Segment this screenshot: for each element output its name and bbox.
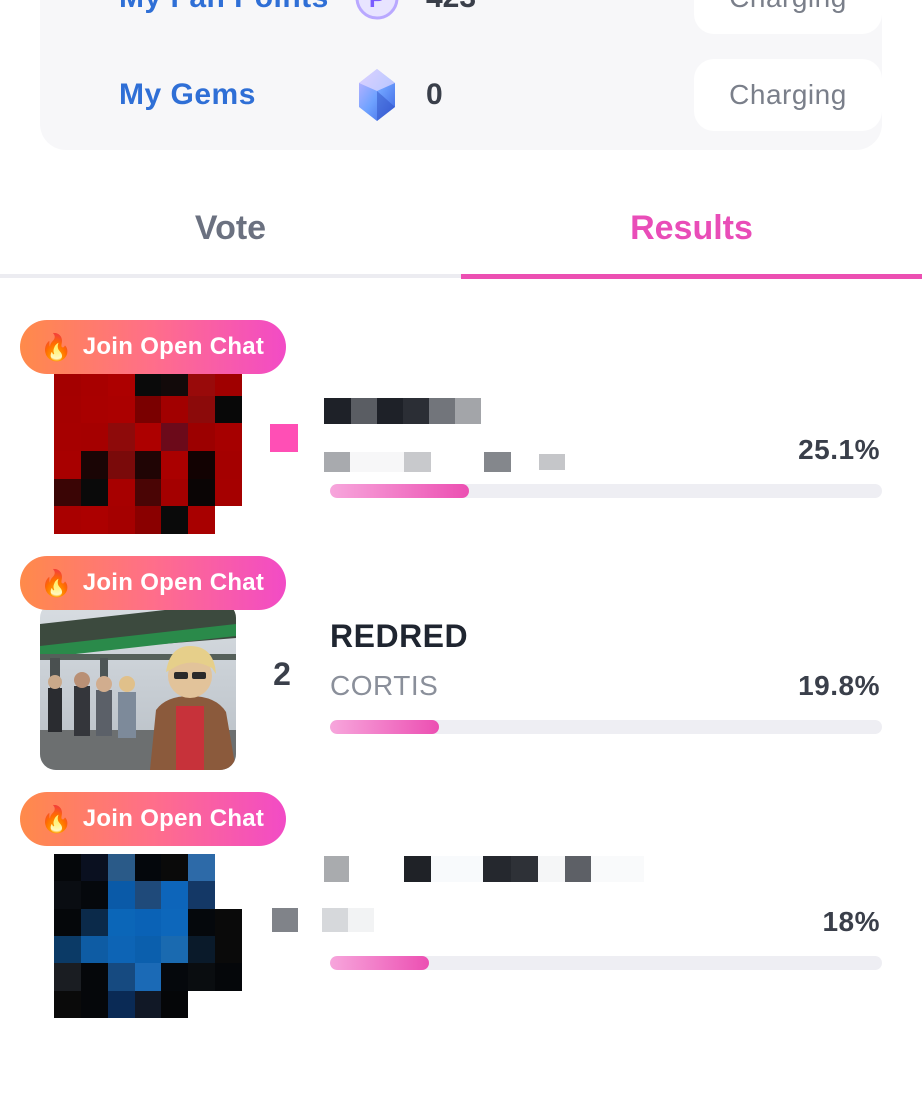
result-item-1[interactable]: 🔥 Join Open Chat 25.1%: [0, 320, 922, 540]
vote-progress-fill: [330, 956, 430, 970]
gem-icon: [355, 67, 399, 123]
gems-row: My Gems 0 Charging: [80, 57, 882, 133]
vote-progress-fill: [330, 720, 440, 734]
fire-icon: 🔥: [40, 567, 73, 598]
result-item-3[interactable]: 🔥 Join Open Chat 18%: [0, 792, 922, 1018]
artist-name: CORTIS: [330, 670, 439, 701]
gems-label: My Gems: [119, 78, 256, 111]
album-thumbnail: [26, 850, 244, 1018]
fan-point-coin-icon: P: [355, 0, 399, 26]
fan-points-label: My Fan Points: [119, 0, 329, 15]
vote-progress-bar: [330, 720, 882, 734]
join-open-chat-button[interactable]: 🔥 Join Open Chat: [20, 792, 287, 846]
join-open-chat-button[interactable]: 🔥 Join Open Chat: [20, 556, 287, 610]
join-open-chat-button[interactable]: 🔥 Join Open Chat: [20, 320, 287, 374]
album-thumbnail: [26, 368, 244, 534]
tab-results[interactable]: Results: [461, 180, 922, 276]
fan-points-row: My Fan Points P 423 Charging: [80, 0, 882, 36]
song-title: REDRED: [330, 618, 469, 654]
fire-icon: 🔥: [40, 331, 73, 362]
join-open-chat-label: Join Open Chat: [82, 805, 265, 832]
active-tab-indicator: [461, 274, 922, 279]
join-open-chat-label: Join Open Chat: [82, 333, 265, 360]
redacted-artist: [324, 452, 565, 472]
album-thumbnail: [40, 602, 236, 770]
redacted-artist: [272, 908, 374, 932]
redacted-title: [324, 856, 644, 882]
svg-text:P: P: [369, 0, 385, 13]
gems-value: 0: [426, 78, 443, 111]
vote-progress-bar: [330, 956, 882, 970]
wallet-card: My Fan Points P 423 Charging My Gems: [40, 0, 882, 150]
tab-vote[interactable]: Vote: [0, 180, 461, 276]
fan-points-charging-button[interactable]: Charging: [694, 0, 882, 34]
rank-marker: [270, 424, 298, 452]
fire-icon: 🔥: [40, 803, 73, 834]
redacted-title: [324, 398, 481, 424]
tab-bar: Vote Results: [0, 180, 922, 280]
vote-percentage: 25.1%: [798, 434, 880, 465]
fan-points-value: 423: [426, 0, 476, 15]
join-open-chat-label: Join Open Chat: [82, 569, 265, 596]
vote-percentage: 19.8%: [798, 670, 880, 701]
vote-progress-fill: [330, 484, 469, 498]
vote-percentage: 18%: [822, 906, 880, 937]
result-item-2[interactable]: 🔥 Join Open Chat 2 REDRED CORTIS 19.8%: [0, 556, 922, 776]
vote-progress-bar: [330, 484, 882, 498]
gems-charging-button[interactable]: Charging: [694, 59, 882, 131]
rank-number: 2: [273, 656, 291, 692]
